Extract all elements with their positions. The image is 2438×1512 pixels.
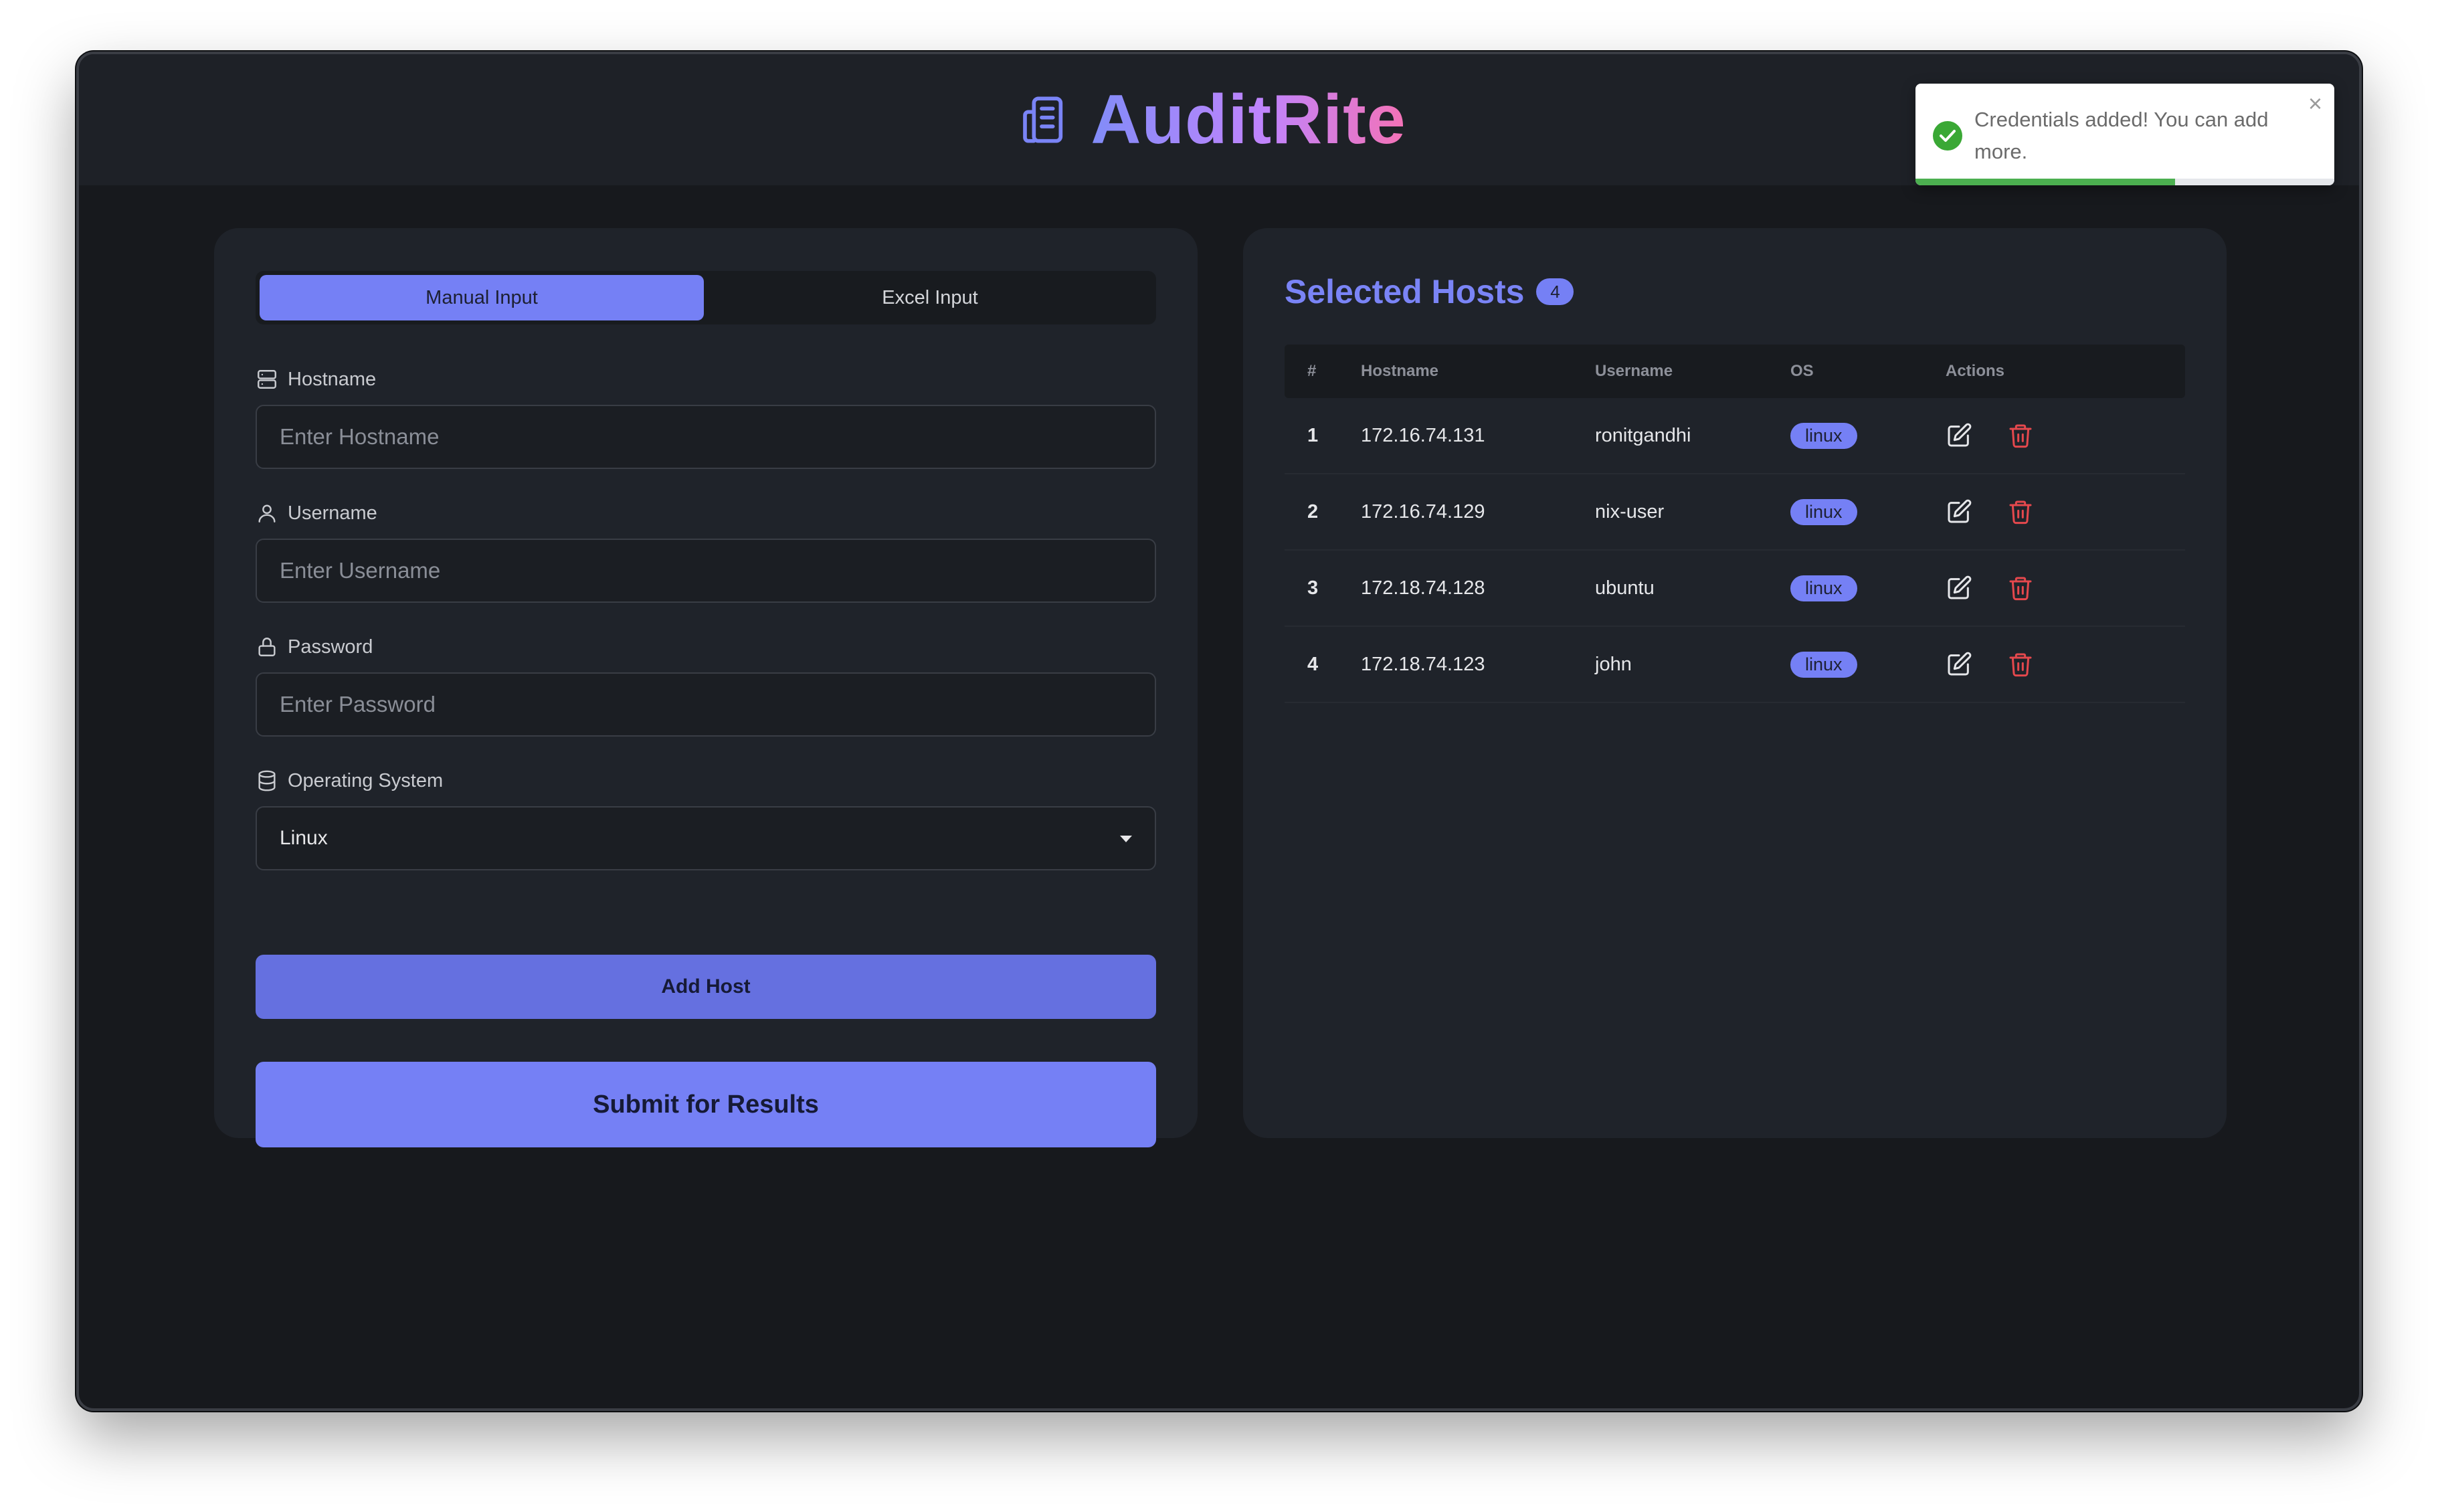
- column-header-number: #: [1307, 362, 1317, 380]
- row-number: 1: [1307, 424, 1319, 446]
- chevron-down-icon: [1120, 836, 1132, 842]
- add-host-button[interactable]: Add Host: [256, 955, 1156, 1019]
- database-icon: [258, 770, 276, 791]
- password-label-row: Password: [256, 634, 1156, 660]
- app-window: AuditRite Credentials added! You can add…: [76, 52, 2362, 1411]
- server-icon: [258, 370, 276, 389]
- row-username: nix-user: [1595, 500, 1665, 523]
- edit-icon[interactable]: [1946, 498, 1972, 525]
- os-label: Operating System: [288, 769, 444, 791]
- table-row: 3 172.18.74.128 ubuntu linux: [1285, 551, 2185, 627]
- tab-excel-input[interactable]: Excel Input: [708, 275, 1152, 320]
- success-toast: Credentials added! You can add more. ×: [1915, 84, 2334, 185]
- host-count-badge: 4: [1536, 278, 1574, 305]
- username-input[interactable]: [256, 539, 1156, 603]
- trash-icon[interactable]: [2007, 422, 2034, 449]
- table-row: 1 172.16.74.131 ronitgandhi linux: [1285, 398, 2185, 474]
- host-form-panel: Manual Input Excel Input Hostname Enter …: [214, 228, 1198, 1147]
- selected-hosts-panel: Selected Hosts 4 # Hostname Username OS …: [1243, 228, 2227, 1138]
- row-actions: [1946, 498, 2185, 525]
- os-select[interactable]: Linux: [256, 806, 1156, 870]
- os-select-value: Linux: [280, 827, 328, 849]
- trash-icon[interactable]: [2007, 498, 2034, 525]
- table-row: 4 172.18.74.123 john linux: [1285, 627, 2185, 703]
- username-label-row: Username: [256, 500, 1156, 527]
- os-badge: linux: [1790, 651, 1857, 678]
- input-mode-tabs: Manual Input Excel Input: [256, 271, 1156, 324]
- password-input[interactable]: [256, 672, 1156, 737]
- row-number: 2: [1307, 500, 1319, 523]
- column-header-hostname: Hostname: [1361, 362, 1439, 380]
- row-username: john: [1595, 653, 1632, 675]
- row-hostname: 172.16.74.131: [1361, 424, 1485, 446]
- edit-icon[interactable]: [1946, 575, 1972, 601]
- column-header-actions: Actions: [1946, 362, 2005, 380]
- column-header-os: OS: [1790, 362, 1814, 380]
- column-header-username: Username: [1595, 362, 1673, 380]
- check-circle-icon: [1933, 121, 1962, 151]
- password-field-group: Password: [256, 634, 1156, 737]
- table-row: 2 172.16.74.129 nix-user linux: [1285, 474, 2185, 551]
- row-hostname: 172.16.74.129: [1361, 500, 1485, 523]
- row-actions: [1946, 575, 2185, 601]
- os-badge: linux: [1790, 422, 1857, 449]
- selected-hosts-header: Selected Hosts 4: [1285, 272, 1574, 311]
- trash-icon[interactable]: [2007, 575, 2034, 601]
- row-hostname: 172.18.74.128: [1361, 577, 1485, 599]
- row-username: ronitgandhi: [1595, 424, 1691, 446]
- edit-icon[interactable]: [1946, 422, 1972, 449]
- app-title: AuditRite: [1091, 80, 1406, 159]
- row-actions: [1946, 651, 2185, 678]
- brand: AuditRite: [1018, 80, 1406, 160]
- edit-icon[interactable]: [1946, 651, 1972, 678]
- toast-message: Credentials added! You can add more.: [1974, 108, 2269, 163]
- row-number: 4: [1307, 653, 1319, 675]
- hostname-label: Hostname: [288, 368, 377, 390]
- os-label-row: Operating System: [256, 767, 1156, 794]
- password-label: Password: [288, 636, 373, 658]
- toast-progress-bar: [1915, 179, 2334, 185]
- row-actions: [1946, 422, 2185, 449]
- tab-manual-input[interactable]: Manual Input: [260, 275, 704, 320]
- username-field-group: Username: [256, 500, 1156, 603]
- table-header: # Hostname Username OS Actions: [1285, 345, 2185, 398]
- document-list-icon: [1023, 96, 1063, 143]
- row-number: 3: [1307, 577, 1319, 599]
- selected-hosts-title: Selected Hosts: [1285, 273, 1525, 310]
- hostname-input[interactable]: [256, 405, 1156, 469]
- hostname-field-group: Hostname: [256, 366, 1156, 469]
- trash-icon[interactable]: [2007, 651, 2034, 678]
- username-label: Username: [288, 502, 377, 524]
- toast-progress-fill: [1915, 179, 2176, 185]
- row-username: ubuntu: [1595, 577, 1655, 599]
- submit-results-button[interactable]: Submit for Results: [256, 1062, 1156, 1147]
- os-badge: linux: [1790, 575, 1857, 601]
- os-field-group: Operating System Linux: [256, 767, 1156, 870]
- hostname-label-row: Hostname: [256, 366, 1156, 393]
- lock-icon: [258, 638, 276, 656]
- row-hostname: 172.18.74.123: [1361, 653, 1485, 675]
- toast-close-button[interactable]: ×: [2308, 92, 2322, 116]
- os-badge: linux: [1790, 498, 1857, 525]
- hosts-table: # Hostname Username OS Actions 1 172.16.…: [1285, 345, 2185, 703]
- user-icon: [258, 504, 276, 523]
